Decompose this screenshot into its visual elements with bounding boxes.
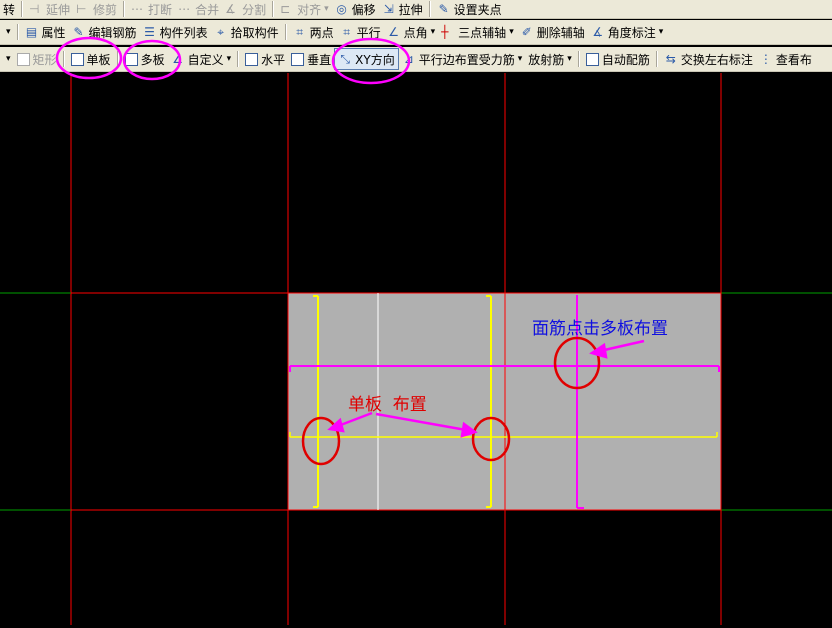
parallel-button[interactable]: ⌗ 平行: [337, 22, 384, 42]
drawing-canvas[interactable]: 面筋点击多板布置 单板 布置: [0, 73, 832, 625]
trim-button[interactable]: ⊢ 修剪: [73, 0, 120, 18]
swap-icon: ⇆: [665, 52, 676, 66]
properties-icon: ▤: [25, 25, 38, 39]
parallel-edge-rebar-button[interactable]: ⊿ 平行边布置受力筋 ▾: [399, 49, 526, 69]
canvas-svg: [0, 73, 832, 625]
point-angle-icon: ∠: [388, 25, 399, 39]
three-point-axis-button[interactable]: ┼ 三点辅轴 ▾: [438, 22, 517, 42]
multi-board-button[interactable]: 多板: [122, 49, 168, 69]
break-button[interactable]: ⋯ 打断: [128, 0, 175, 18]
custom-button[interactable]: ∠ 自定义 ▾: [168, 49, 235, 69]
separator: [21, 1, 24, 17]
chevron-down-icon: ▾: [6, 54, 11, 64]
two-point-button[interactable]: ⌗ 两点: [290, 22, 337, 42]
angle-dimension-button[interactable]: ∡ 角度标注 ▾: [588, 22, 667, 42]
properties-button[interactable]: ▤ 属性: [22, 22, 69, 42]
separator: [428, 1, 431, 17]
separator: [284, 24, 287, 40]
set-grip-button[interactable]: ✎ 设置夹点: [434, 0, 505, 18]
toolbar-overflow-dropdown[interactable]: ▾: [0, 22, 14, 42]
separator: [123, 1, 126, 17]
merge-icon: ⋯: [178, 2, 191, 16]
split-button[interactable]: ∡ 分割: [222, 0, 269, 18]
separator: [16, 24, 19, 40]
vertical-icon: [291, 52, 305, 66]
three-point-axis-icon: ┼: [441, 25, 449, 39]
edit-rebar-icon: ✎: [73, 25, 84, 39]
chevron-down-icon: ▾: [226, 54, 232, 64]
align-button[interactable]: ⊏ 对齐 ▾: [277, 0, 332, 18]
chevron-down-icon: ▾: [567, 54, 572, 64]
list-icon: ☰: [144, 25, 155, 39]
edit-rebar-button[interactable]: ✎ 编辑钢筋: [69, 22, 140, 42]
separator: [116, 51, 119, 67]
stretch-button[interactable]: ⇲ 拉伸: [379, 0, 426, 18]
two-point-icon: ⌗: [296, 25, 303, 39]
trim-icon: ⊢: [76, 2, 87, 16]
view-icon: ⋮: [759, 52, 772, 66]
separator: [237, 51, 240, 67]
auto-rebar-button[interactable]: 自动配筋: [583, 49, 653, 69]
swap-labels-button[interactable]: ⇆ 交换左右标注: [661, 49, 756, 69]
component-list-button[interactable]: ☰ 构件列表: [140, 22, 211, 42]
separator: [62, 51, 65, 67]
extend-icon: ⊣: [29, 2, 40, 16]
grip-icon: ✎: [438, 2, 449, 16]
multi-board-icon: [124, 52, 138, 66]
delete-axis-button[interactable]: ✐ 删除辅轴: [517, 22, 588, 42]
annotation-multi-board: 面筋点击多板布置: [532, 319, 668, 339]
vertical-button[interactable]: 垂直: [288, 49, 334, 69]
xy-direction-button[interactable]: ⤡ XY方向: [334, 48, 399, 70]
point-angle-button[interactable]: ∠ 点角 ▾: [384, 22, 439, 42]
separator: [577, 51, 580, 67]
view-layout-button[interactable]: ⋮ 查看布: [756, 49, 815, 69]
align-icon: ⊏: [280, 2, 291, 16]
auto-rebar-icon: [585, 52, 599, 66]
delete-axis-icon: ✐: [521, 25, 532, 39]
pick-icon: ⌖: [217, 25, 224, 39]
horizontal-button[interactable]: 水平: [242, 49, 288, 69]
pick-component-button[interactable]: ⌖ 拾取构件: [211, 22, 282, 42]
separator: [272, 1, 275, 17]
parallel-icon: ⌗: [343, 25, 350, 39]
rectangle-button[interactable]: 矩形: [14, 49, 60, 69]
break-icon: ⋯: [131, 2, 144, 16]
angle-icon: ∡: [592, 25, 604, 39]
single-board-button[interactable]: 单板: [68, 49, 114, 69]
annotation-single-board: 单板 布置: [348, 395, 427, 415]
rectangle-icon: [16, 52, 30, 66]
single-board-icon: [70, 52, 84, 66]
stretch-icon: ⇲: [383, 2, 394, 16]
chevron-down-icon: ▾: [517, 54, 523, 64]
toolbar-overflow-dropdown[interactable]: ▾: [0, 49, 14, 69]
merge-button[interactable]: ⋯ 合并: [175, 0, 222, 18]
chevron-down-icon: ▾: [658, 27, 664, 37]
horizontal-icon: [245, 52, 259, 66]
radial-rebar-button[interactable]: 放射筋 ▾: [525, 49, 575, 69]
toolbar-button-rotate[interactable]: 转: [0, 0, 18, 18]
parallel-edge-icon: ⊿: [403, 52, 414, 66]
separator: [655, 51, 658, 67]
toolbar-components: ▾ ▤ 属性 ✎ 编辑钢筋 ☰ 构件列表 ⌖ 拾取构件 ⌗ 两点 ⌗ 平行 ∠ 点角 ▾ ┼ 三点…: [0, 20, 832, 45]
chevron-down-icon: ▾: [509, 27, 514, 37]
toolbar-modify: 转 ⊣ 延伸 ⊢ 修剪 ⋯ 打断 ⋯ 合并 ∡ 分割 ⊏ 对齐 ▾ ◎ 偏移 ⇲ 拉伸 ✎ 设置夹点: [0, 0, 832, 19]
xy-direction-icon: ⤡: [340, 52, 350, 66]
extend-button[interactable]: ⊣ 延伸: [26, 0, 73, 18]
custom-icon: ∠: [172, 52, 183, 66]
chevron-down-icon: ▾: [430, 27, 436, 37]
offset-button[interactable]: ◎ 偏移: [332, 0, 379, 18]
chevron-down-icon: ▾: [6, 27, 11, 37]
toolbar-rebar: ▾ 矩形 单板 多板 ∠ 自定义 ▾ 水平 垂直 ⤡ XY方向 ⊿ 平行边布置受力筋 ▾ …: [0, 47, 832, 72]
chevron-down-icon: ▾: [324, 4, 329, 14]
offset-icon: ◎: [336, 2, 347, 16]
split-icon: ∡: [225, 2, 236, 16]
